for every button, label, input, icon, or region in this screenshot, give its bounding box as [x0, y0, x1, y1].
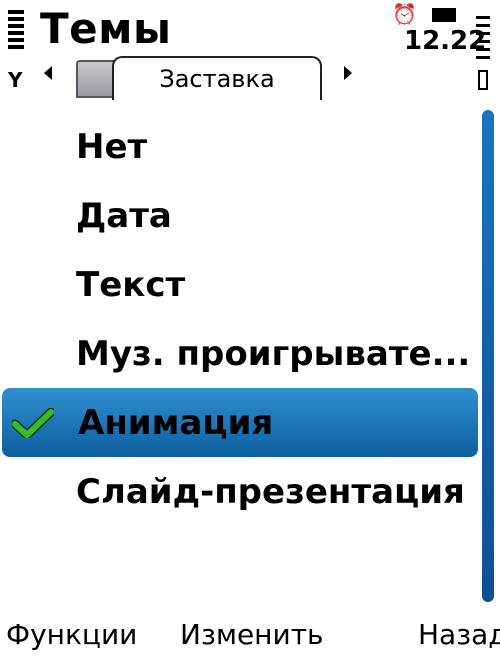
- page-title: Темы: [40, 4, 172, 53]
- tab-right-arrow-icon[interactable]: [344, 66, 352, 80]
- options-softkey[interactable]: Функции: [6, 618, 137, 651]
- tab-screensaver[interactable]: Заставка: [112, 56, 322, 100]
- list-item-date[interactable]: Дата: [0, 181, 470, 250]
- list-item-label: Анимация: [78, 402, 274, 443]
- tab-left-arrow-icon[interactable]: [44, 66, 52, 80]
- list-item-label: Слайд-презентация: [76, 471, 465, 512]
- list-item-none[interactable]: Нет: [0, 112, 470, 181]
- list-item-label: Текст: [76, 264, 186, 305]
- back-softkey[interactable]: Назад: [418, 618, 500, 651]
- list-item-label: Нет: [76, 126, 148, 167]
- signal-strength-icon: Y: [8, 10, 24, 96]
- sim-icon: [432, 8, 456, 22]
- scrollbar[interactable]: [482, 110, 494, 602]
- checkmark-icon: [12, 408, 54, 438]
- list-item-animation[interactable]: Анимация: [2, 388, 478, 457]
- alarm-icon: ⏰: [392, 2, 417, 26]
- option-list: Нет Дата Текст Муз. проигрывате... Анима…: [0, 112, 478, 526]
- list-item-slideshow[interactable]: Слайд-презентация: [0, 457, 470, 526]
- list-item-label: Муз. проигрывате...: [76, 333, 470, 374]
- clock: 12.22: [404, 26, 487, 56]
- tab-label: Заставка: [159, 65, 275, 93]
- battery-icon: [476, 16, 490, 92]
- change-softkey[interactable]: Изменить: [180, 618, 324, 651]
- softkey-bar: Функции Изменить Назад: [0, 618, 500, 666]
- list-item-text[interactable]: Текст: [0, 250, 470, 319]
- list-item-label: Дата: [76, 195, 172, 236]
- list-item-music-player[interactable]: Муз. проигрывате...: [0, 319, 470, 388]
- scrollbar-thumb[interactable]: [482, 110, 494, 602]
